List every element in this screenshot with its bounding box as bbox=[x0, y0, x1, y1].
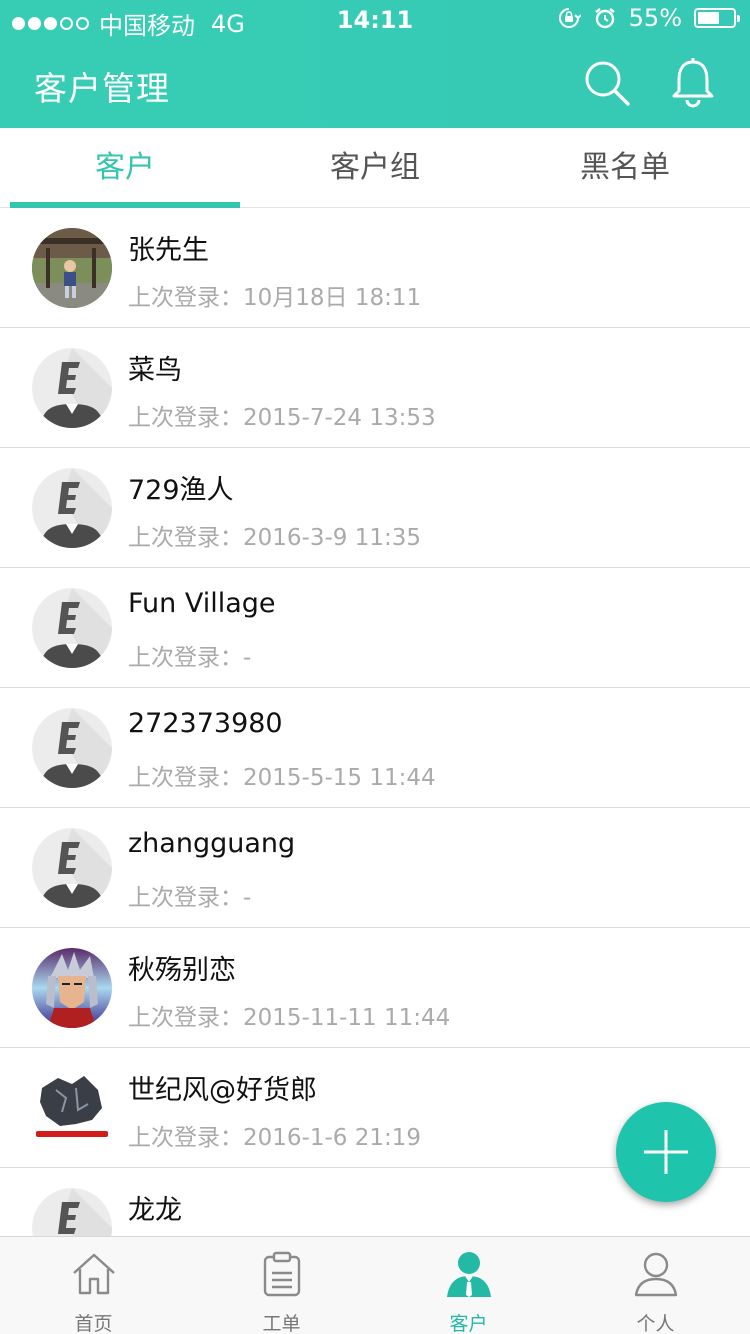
last-login: 上次登录：2015-5-15 11:44 bbox=[128, 765, 436, 791]
default-avatar-icon bbox=[32, 348, 112, 428]
customer-name: 张先生 bbox=[128, 235, 209, 266]
customer-name: 菜鸟 bbox=[128, 355, 182, 386]
tabbar-label: 个人 bbox=[636, 1313, 675, 1334]
list-item[interactable]: 729渔人 上次登录：2016-3-9 11:35 bbox=[0, 448, 750, 568]
last-login: 上次登录：- bbox=[128, 645, 252, 671]
list-item[interactable]: 272373980 上次登录：2015-5-15 11:44 bbox=[0, 688, 750, 808]
customer-name: Fun Village bbox=[128, 588, 276, 619]
tabbar-item-home[interactable]: 首页 bbox=[0, 1237, 187, 1334]
page-title: 客户管理 bbox=[34, 69, 170, 108]
default-avatar-icon bbox=[32, 468, 112, 548]
avatar bbox=[32, 1068, 112, 1148]
last-login: 上次登录：2016-1-6 21:19 bbox=[128, 1125, 421, 1151]
rotation-lock-icon bbox=[558, 8, 581, 28]
customer-name: 729渔人 bbox=[128, 475, 234, 506]
default-avatar-icon bbox=[32, 708, 112, 788]
customer-icon bbox=[447, 1252, 491, 1297]
segment-tabs: 客户 客户组 黑名单 bbox=[0, 128, 750, 208]
list-item[interactable]: 张先生 上次登录：10月18日 18:11 bbox=[0, 208, 750, 328]
last-login: 上次登录：- bbox=[128, 885, 252, 911]
bottom-tab-bar: 首页 工单 客户 个人 bbox=[0, 1236, 750, 1334]
home-icon bbox=[73, 1253, 115, 1295]
tabbar-label: 首页 bbox=[74, 1313, 113, 1334]
list-item[interactable]: 秋殇别恋 上次登录：2015-11-11 11:44 bbox=[0, 928, 750, 1048]
top-bar: 中国移动 4G 14:11 55% 客户管理 bbox=[0, 0, 750, 128]
last-login: 上次登录：2015-11-11 11:44 bbox=[128, 1005, 451, 1031]
tabbar-label: 客户 bbox=[449, 1313, 488, 1334]
tabbar-item-customers[interactable]: 客户 bbox=[375, 1237, 562, 1334]
status-bar: 中国移动 4G 14:11 55% bbox=[0, 0, 750, 40]
last-login: 上次登录：2015-7-24 13:53 bbox=[128, 405, 436, 431]
tabbar-item-profile[interactable]: 个人 bbox=[562, 1237, 749, 1334]
default-avatar-icon bbox=[32, 828, 112, 908]
list-item[interactable]: Fun Village 上次登录：- bbox=[0, 568, 750, 688]
customer-name: zhangguang bbox=[128, 828, 296, 859]
customer-name: 龙龙 bbox=[128, 1195, 182, 1226]
last-login: 上次登录：2016-3-9 11:35 bbox=[128, 525, 421, 551]
clipboard-icon bbox=[263, 1251, 301, 1297]
tab-blacklist[interactable]: 黑名单 bbox=[510, 128, 740, 208]
list-item[interactable]: zhangguang 上次登录：- bbox=[0, 808, 750, 928]
customer-name: 272373980 bbox=[128, 708, 283, 739]
bell-icon[interactable] bbox=[668, 58, 718, 108]
avatar-logo-caption-line bbox=[36, 1131, 108, 1137]
customer-name: 世纪风@好货郎 bbox=[128, 1075, 317, 1106]
avatar bbox=[32, 228, 112, 308]
tabbar-item-workorders[interactable]: 工单 bbox=[188, 1237, 375, 1334]
plus-icon bbox=[644, 1130, 688, 1174]
status-right: 55% bbox=[557, 4, 740, 32]
add-customer-button[interactable] bbox=[616, 1102, 716, 1202]
tabbar-label: 工单 bbox=[262, 1313, 301, 1334]
last-login: 上次登录：10月18日 18:11 bbox=[128, 285, 422, 311]
default-avatar-icon bbox=[32, 588, 112, 668]
customer-name: 秋殇别恋 bbox=[128, 955, 236, 986]
tab-customer-groups[interactable]: 客户组 bbox=[260, 128, 490, 208]
tab-customers[interactable]: 客户 bbox=[10, 128, 240, 208]
avatar bbox=[32, 948, 112, 1028]
list-item[interactable]: 菜鸟 上次登录：2015-7-24 13:53 bbox=[0, 328, 750, 448]
battery-icon bbox=[694, 8, 740, 28]
alarm-icon bbox=[594, 8, 615, 29]
search-icon[interactable] bbox=[582, 58, 632, 108]
person-icon bbox=[634, 1252, 678, 1297]
battery-percent: 55% bbox=[628, 4, 682, 32]
